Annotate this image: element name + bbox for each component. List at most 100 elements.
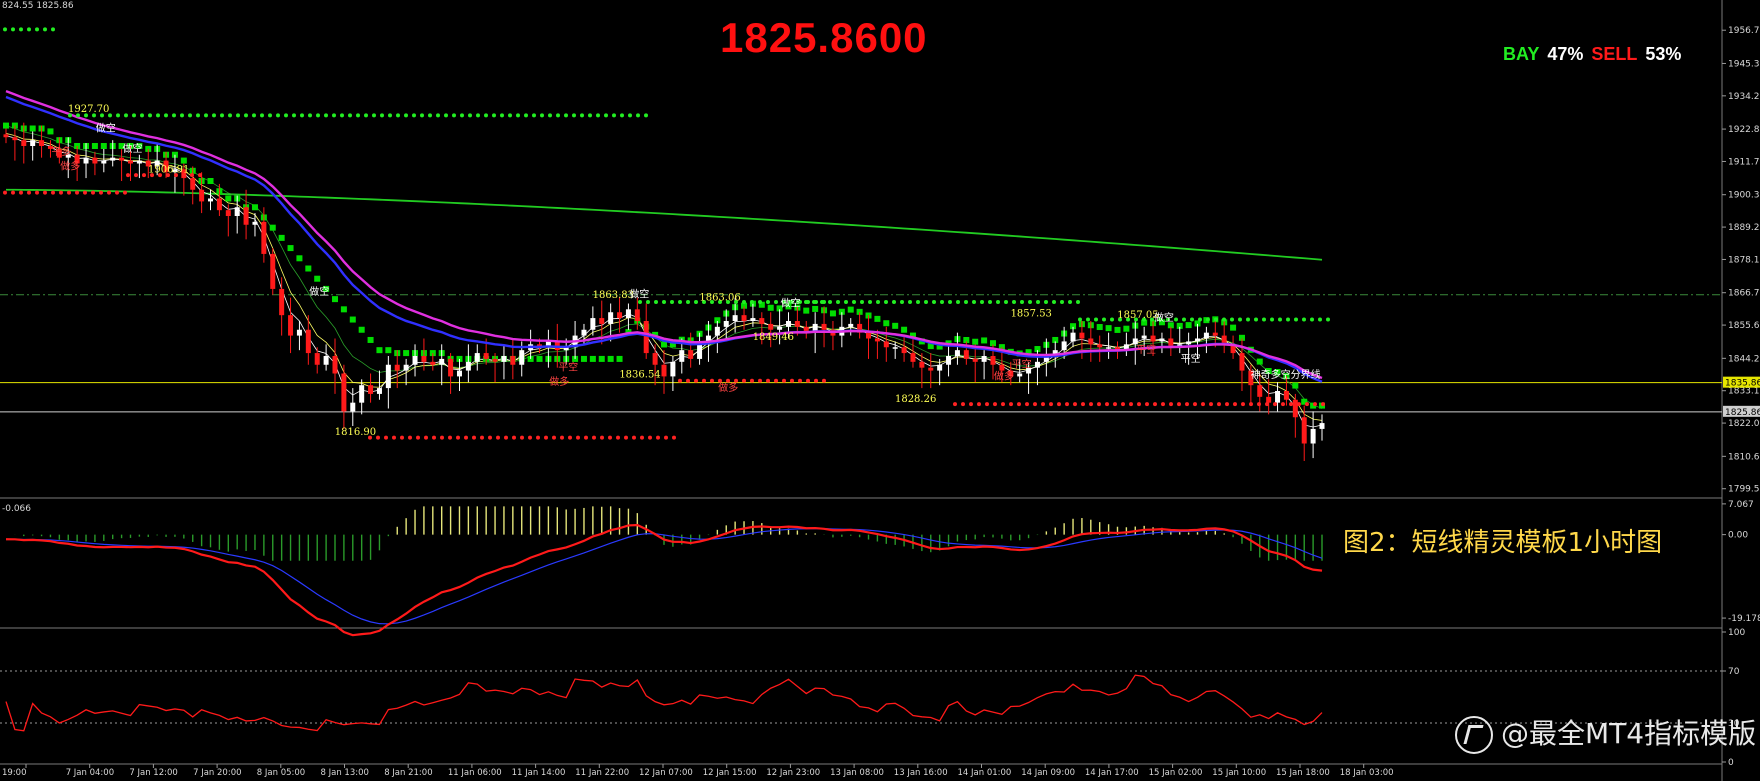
candle-body (714, 326, 720, 336)
staircase-block (767, 304, 774, 311)
level-dot (1177, 402, 1181, 407)
candle-body (456, 370, 462, 377)
level-dot (860, 300, 864, 305)
candle-body (866, 332, 872, 339)
level-dot (584, 435, 588, 440)
level-dot (686, 378, 690, 383)
support-dots (3, 190, 127, 195)
level-dot (932, 300, 936, 305)
level-dot (670, 300, 674, 305)
level-dot (1286, 317, 1290, 322)
staircase-block (1123, 325, 1130, 332)
level-dot (742, 300, 746, 305)
level-dot (460, 113, 464, 118)
level-dot (572, 113, 576, 118)
level-dot (1113, 402, 1117, 407)
candle-body (127, 160, 133, 164)
staircase-block (180, 157, 187, 164)
level-dot (1246, 317, 1250, 322)
candle-body (1150, 335, 1156, 342)
level-dot (678, 300, 682, 305)
level-dot (774, 378, 778, 383)
level-dot (1182, 317, 1186, 322)
level-dot (27, 190, 31, 195)
level-dot (408, 435, 412, 440)
level-dot (512, 435, 516, 440)
level-dot (596, 113, 600, 118)
staircase-block (803, 307, 810, 314)
level-dot (3, 190, 7, 195)
level-dot (19, 27, 23, 32)
level-dot (900, 300, 904, 305)
candle-body (341, 373, 347, 412)
level-dot (260, 113, 264, 118)
macd-axis-label: 0.00 (1728, 531, 1748, 541)
level-dot (836, 300, 840, 305)
resistance-dots (68, 113, 648, 118)
candle-body (21, 140, 27, 146)
level-dot (1012, 300, 1016, 305)
level-dot (742, 378, 746, 383)
level-dot (544, 435, 548, 440)
signal-label: 做多 (60, 159, 80, 172)
level-dot (868, 300, 872, 305)
staircase-block (829, 310, 836, 317)
level-dot (686, 300, 690, 305)
level-dot (1033, 402, 1037, 407)
candle-body (643, 321, 649, 354)
staircase-block (332, 296, 338, 303)
candle-body (1275, 391, 1281, 403)
candle-body (1239, 353, 1245, 371)
level-dot (51, 190, 55, 195)
level-dot (616, 435, 620, 440)
level-dot (632, 435, 636, 440)
staircase-block (1105, 325, 1112, 332)
candle-body (332, 356, 338, 374)
level-dot (560, 435, 564, 440)
level-dot (620, 113, 624, 118)
macd-title: -0.066 (2, 504, 31, 514)
level-dot (988, 300, 992, 305)
level-dot (372, 113, 376, 118)
candle-body (288, 315, 294, 336)
level-dot (196, 113, 200, 118)
price-tick-label: 1911.70 (1728, 157, 1760, 167)
candle-body (1212, 332, 1218, 336)
price-annotation: 1857.05 (1117, 310, 1158, 321)
level-dot (392, 435, 396, 440)
level-dot (1089, 402, 1093, 407)
level-dot (1129, 402, 1133, 407)
level-dot (628, 113, 632, 118)
candle-body (963, 350, 969, 359)
level-dot (1273, 402, 1277, 407)
level-dot (1052, 300, 1056, 305)
level-dot (180, 113, 184, 118)
level-dot (364, 113, 368, 118)
candle-body (385, 364, 391, 389)
staircase-block (607, 355, 614, 362)
candle-body (590, 318, 596, 330)
level-dot (924, 300, 928, 305)
level-dot (1001, 402, 1005, 407)
level-dot (1105, 402, 1109, 407)
resistance-dots (3, 27, 55, 32)
time-tick-label: 19:00 (2, 768, 27, 778)
candle-body (430, 361, 436, 365)
candle-body (652, 353, 658, 365)
chart-area[interactable]: 1956.70 1945.30 1934.20 1922.80 1911.70 1900.… (0, 0, 1760, 781)
candle-body (750, 318, 756, 321)
staircase-block (251, 204, 258, 211)
level-dot (664, 435, 668, 440)
level-dot (1278, 317, 1282, 322)
level-dot (604, 113, 608, 118)
level-dot (624, 435, 628, 440)
level-dot (804, 300, 808, 305)
candle-body (777, 326, 783, 330)
level-dot (480, 435, 484, 440)
level-dot (1265, 402, 1269, 407)
support-dots (953, 402, 1325, 407)
price-annotation: 1906.91 (148, 164, 189, 175)
level-dot (648, 435, 652, 440)
level-dot (236, 113, 240, 118)
candle-body (874, 338, 880, 342)
